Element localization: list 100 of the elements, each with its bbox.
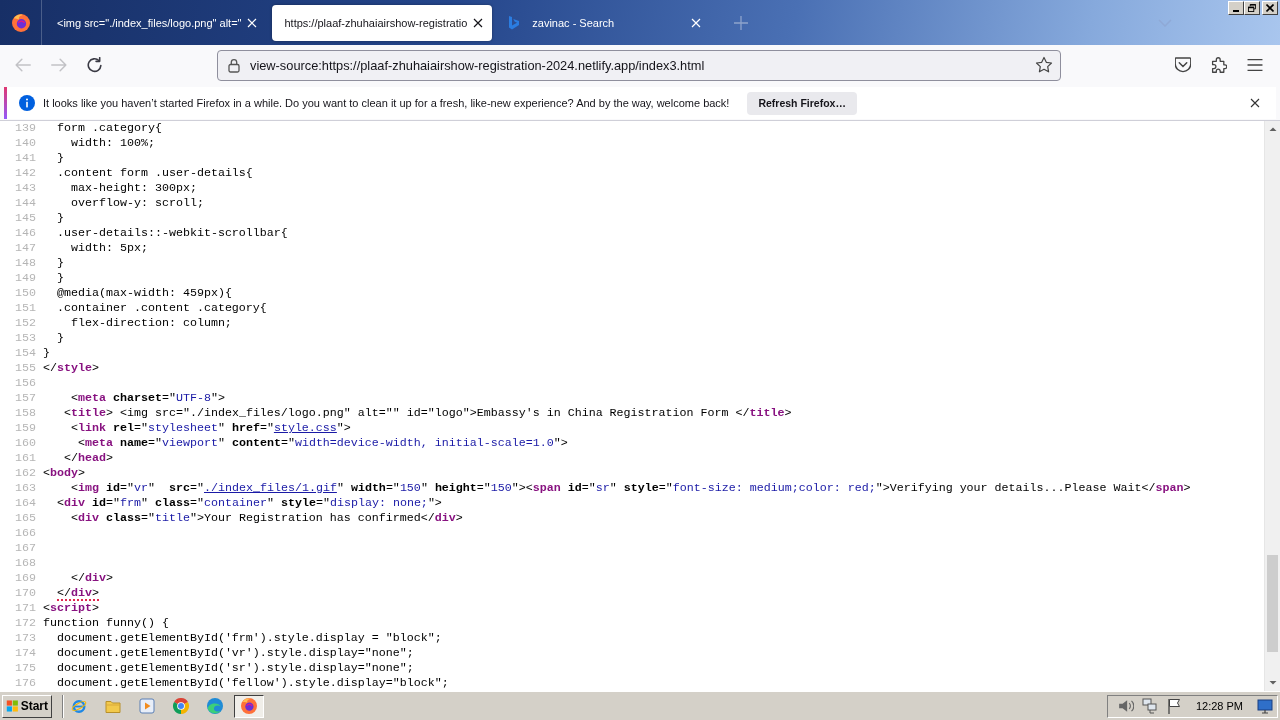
code-line: .user-details::-webkit-scrollbar{ — [57, 226, 288, 241]
line-number: 170 — [14, 586, 36, 601]
scrollbar[interactable] — [1264, 121, 1280, 691]
line-number: 150 — [14, 286, 36, 301]
code-line: max-height: 300px; — [71, 181, 197, 196]
code-line: .content form .user-details{ — [57, 166, 253, 181]
link[interactable]: ./index_files/1.gif — [204, 481, 337, 495]
code-line: } — [57, 211, 64, 226]
code-line: width: 5px; — [71, 241, 148, 256]
speaker-icon[interactable] — [1117, 698, 1134, 714]
line-number: 154 — [14, 346, 36, 361]
taskbar-button[interactable] — [234, 694, 264, 718]
tab[interactable]: <img src="./index_files/logo.png" alt=" — [45, 4, 267, 41]
code-line: flex-direction: column; — [71, 316, 232, 331]
tab[interactable]: https://plaaf-zhuhaiairshow-registratio — [272, 4, 493, 41]
line-number: 141 — [14, 151, 36, 166]
code-line: <body> — [43, 466, 85, 481]
line-number: 162 — [14, 466, 36, 481]
round-logo-icon — [173, 698, 189, 714]
address-field[interactable]: view-source:https://plaaf-zhuhaiairshow-registration-2024.netlify.app/index3.html — [217, 49, 1061, 81]
code-line: } — [57, 271, 64, 286]
line-number: 165 — [14, 511, 36, 526]
line-number: 169 — [14, 571, 36, 586]
code-line: <meta name="viewport" content="width=device-width, initial-scale=1.0"> — [78, 436, 568, 451]
scroll-thumb[interactable] — [1267, 555, 1278, 652]
line-number: 144 — [14, 196, 36, 211]
line-number: 156 — [14, 376, 36, 391]
refresh-button[interactable]: Refresh Firefox… — [747, 91, 857, 115]
info-icon — [19, 95, 35, 111]
forward-arrow-icon — [51, 57, 67, 73]
browser-logo-icon[interactable] — [11, 13, 30, 32]
code-line: <script> — [43, 601, 99, 616]
line-number: 146 — [14, 226, 36, 241]
code-line: document.getElementById('fellow').style.display="block"; — [57, 676, 449, 691]
reload-icon — [87, 57, 103, 73]
code-line: function funny() { — [43, 616, 169, 631]
line-number: 166 — [14, 526, 36, 541]
line-number: 158 — [14, 406, 36, 421]
restore-button[interactable] — [1244, 1, 1260, 15]
line-number: 174 — [14, 646, 36, 661]
close-icon — [1266, 4, 1274, 12]
code-line: <link rel="stylesheet" href="style.css"> — [71, 421, 351, 436]
line-number: 155 — [14, 361, 36, 376]
lock-icon — [228, 57, 240, 73]
wave-logo-icon — [207, 698, 223, 714]
line-number: 167 — [14, 541, 36, 556]
code-line: form .category{ — [57, 121, 162, 136]
monitor-icon[interactable] — [1257, 698, 1273, 714]
restore-icon — [1248, 4, 1256, 12]
line-number: 139 — [14, 121, 36, 136]
windows-flag-icon — [6, 698, 19, 714]
star-icon[interactable] — [1035, 56, 1053, 74]
line-number: 151 — [14, 301, 36, 316]
line-number: 148 — [14, 256, 36, 271]
minimize-button[interactable] — [1228, 1, 1244, 15]
code-line: .container .content .category{ — [57, 301, 267, 316]
line-number: 147 — [14, 241, 36, 256]
line-number: 164 — [14, 496, 36, 511]
line-number: 171 — [14, 601, 36, 616]
line-number: 152 — [14, 316, 36, 331]
line-number: 172 — [14, 616, 36, 631]
close-window-button[interactable] — [1262, 1, 1278, 15]
close-icon[interactable] — [1250, 98, 1260, 108]
code-line: } — [57, 331, 64, 346]
code-line: } — [57, 151, 64, 166]
menu-icon — [1247, 57, 1263, 73]
code-line: width: 100%; — [71, 136, 155, 151]
puzzle-piece-icon — [1211, 57, 1227, 73]
line-number: 168 — [14, 556, 36, 571]
line-number: 161 — [14, 451, 36, 466]
network-icon[interactable] — [1141, 698, 1158, 714]
code-line: overflow-y: scroll; — [71, 196, 204, 211]
back-arrow-icon — [15, 57, 31, 73]
line-number: 175 — [14, 661, 36, 676]
line-number: 145 — [14, 211, 36, 226]
code-line: </head> — [64, 451, 113, 466]
line-number: 176 — [14, 676, 36, 691]
line-number: 153 — [14, 331, 36, 346]
code-line: <div class="title">Your Registration has confirmed</div> — [71, 511, 463, 526]
line-number: 159 — [14, 421, 36, 436]
tab[interactable]: zavinac - Search — [498, 4, 711, 41]
start-button[interactable]: Start — [2, 694, 52, 718]
code-line: <meta charset="UTF-8"> — [71, 391, 225, 406]
line-number: 142 — [14, 166, 36, 181]
close-icon[interactable] — [473, 17, 484, 28]
flag-icon[interactable] — [1165, 698, 1182, 714]
code-line: } — [57, 256, 64, 271]
browser-e-icon — [71, 698, 87, 714]
notification-message: It looks like you haven’t started Firefox in a while. Do you want to clean it up for a fresh, like-new experience? And by the way, welcome back! — [43, 97, 730, 109]
code-line: document.getElementById('vr').style.display="none"; — [57, 646, 414, 661]
code-line: @media(max-width: 459px){ — [57, 286, 232, 301]
folder-icon — [105, 698, 121, 714]
line-number: 173 — [14, 631, 36, 646]
browser-logo-icon — [241, 698, 257, 714]
link[interactable]: style.css — [273, 421, 337, 435]
code-line: } — [43, 346, 50, 361]
code-line: <div id="frm" class="container" style="display: none;"> — [57, 496, 442, 511]
code-line: document.getElementById('sr').style.display="none"; — [57, 661, 414, 676]
line-number: 163 — [14, 481, 36, 496]
line-number: 143 — [14, 181, 36, 196]
